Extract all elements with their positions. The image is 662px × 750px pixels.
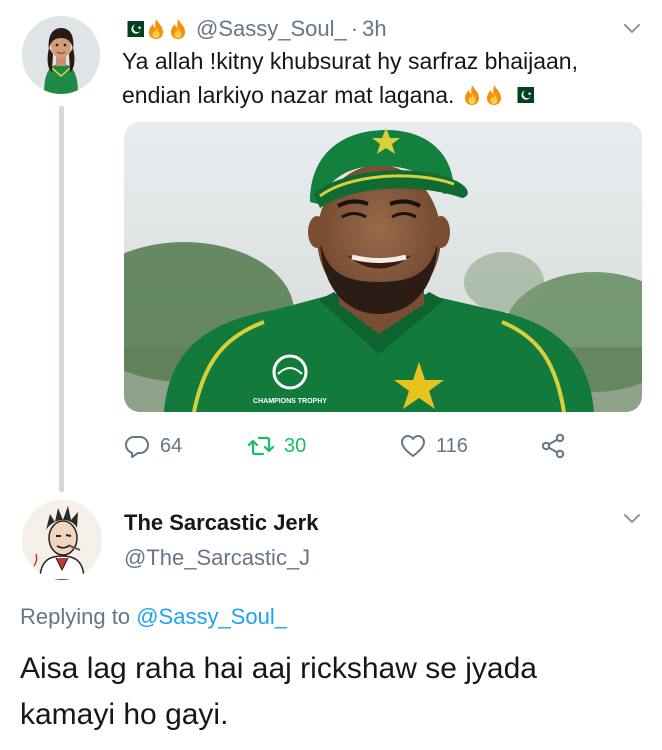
- text-emojis: [462, 84, 534, 106]
- reply-author-name[interactable]: The Sarcastic Jerk: [124, 510, 318, 536]
- reply-count: 64: [160, 434, 183, 457]
- retweet-count: 30: [284, 434, 307, 457]
- pakistan-flag-icon: [512, 87, 534, 103]
- avatar-image: [22, 16, 100, 94]
- reply-button[interactable]: 64: [124, 428, 182, 464]
- thread-line: [59, 106, 64, 492]
- fire-icon: [146, 18, 166, 40]
- jersey-logo-text: CHAMPIONS TROPHY: [253, 398, 327, 405]
- reply-author-handle[interactable]: @The_Sarcastic_J: [124, 545, 310, 571]
- author-handle[interactable]: @Sassy_Soul_: [196, 16, 347, 42]
- tweet-time[interactable]: 3h: [362, 16, 386, 42]
- replying-prefix: Replying to: [20, 604, 131, 629]
- share-icon: [541, 433, 565, 459]
- fire-icon: [484, 84, 504, 106]
- like-count: 116: [436, 434, 468, 457]
- header-emojis: [122, 18, 188, 40]
- tweet-actions: 64 30 116: [124, 428, 604, 464]
- like-button[interactable]: 116: [400, 428, 468, 464]
- fire-icon: [168, 18, 188, 40]
- tweet-text: Ya allah !kitny khubsurat hy sarfraz bha…: [122, 44, 642, 112]
- chevron-down-icon[interactable]: [622, 22, 642, 36]
- tweet-photo[interactable]: CHAMPIONS TROPHY: [124, 122, 642, 412]
- pakistan-flag-icon: [122, 21, 144, 37]
- retweet-icon: [248, 436, 274, 456]
- header-separator: ·: [350, 16, 359, 41]
- avatar-image: [22, 500, 102, 580]
- share-button[interactable]: [540, 428, 566, 464]
- replying-mention[interactable]: @Sassy_Soul_: [136, 604, 287, 629]
- author-avatar[interactable]: [22, 16, 100, 94]
- reply-text: Aisa lag raha hai aaj rickshaw se jyada …: [20, 652, 537, 731]
- reply-author-avatar[interactable]: [22, 500, 102, 580]
- reply-icon: [125, 436, 149, 458]
- chevron-down-icon[interactable]: [622, 512, 642, 526]
- cricketer-photo: CHAMPIONS TROPHY: [124, 122, 642, 412]
- retweet-button[interactable]: 30: [248, 428, 306, 464]
- replying-to: Replying to @Sassy_Soul_: [20, 604, 287, 630]
- heart-icon: [401, 435, 425, 457]
- tweet-header: @Sassy_Soul_ · 3h: [122, 14, 387, 44]
- fire-icon: [462, 84, 482, 106]
